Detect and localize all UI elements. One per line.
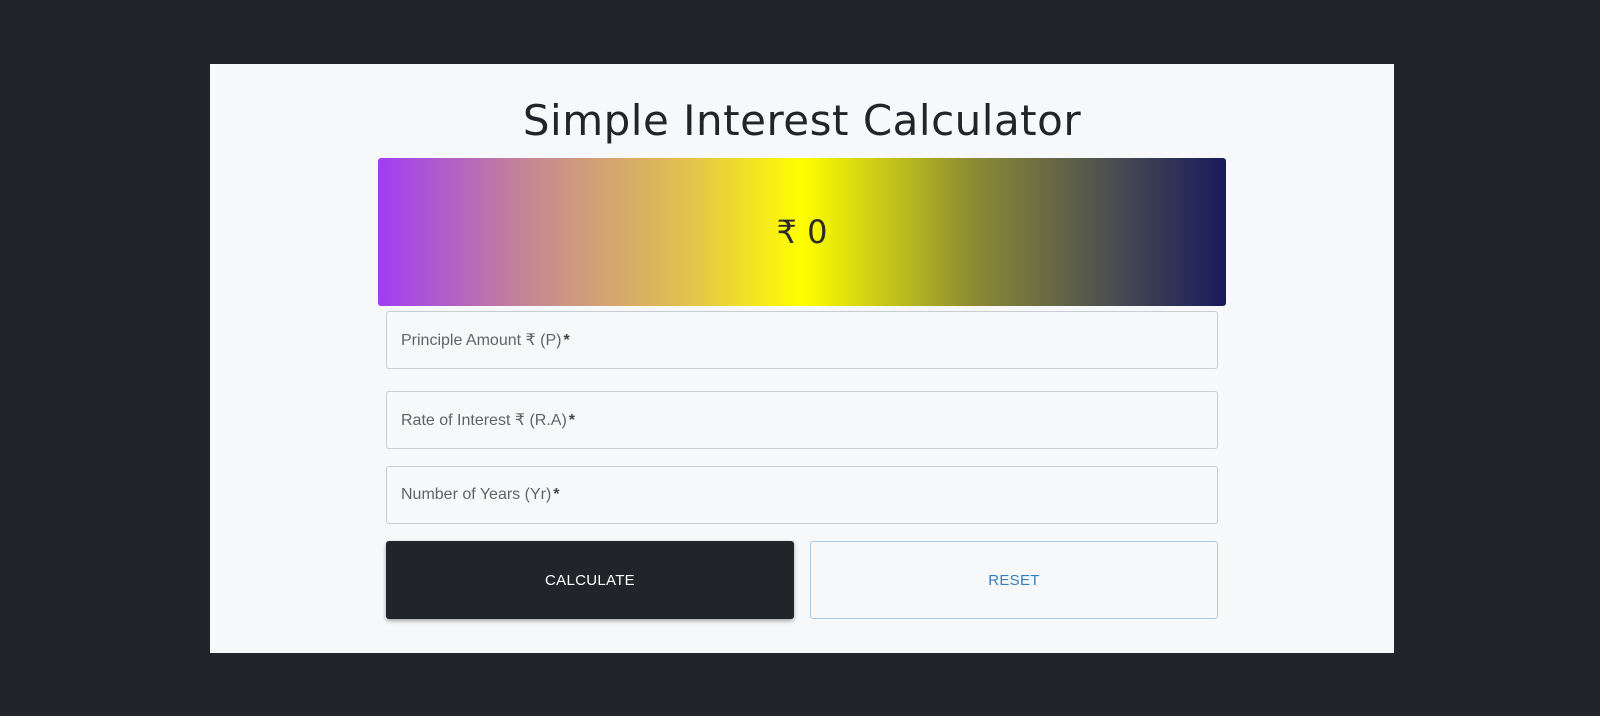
calculator-card: Simple Interest Calculator ₹ 0 Principle…	[210, 64, 1394, 653]
result-value: ₹ 0	[776, 213, 828, 251]
number-of-years-field[interactable]: Number of Years (Yr) *	[386, 466, 1218, 524]
result-display: ₹ 0	[378, 158, 1226, 306]
reset-button[interactable]: RESET	[810, 541, 1218, 619]
rate-of-interest-field[interactable]: Rate of Interest ₹ (R.A) *	[386, 391, 1218, 449]
page-title: Simple Interest Calculator	[522, 96, 1082, 145]
calculate-button[interactable]: CALCULATE	[386, 541, 794, 619]
number-of-years-input[interactable]	[387, 467, 1217, 523]
principle-amount-field[interactable]: Principle Amount ₹ (P) *	[386, 311, 1218, 369]
principle-amount-input[interactable]	[387, 312, 1217, 368]
rate-of-interest-input[interactable]	[387, 392, 1217, 448]
